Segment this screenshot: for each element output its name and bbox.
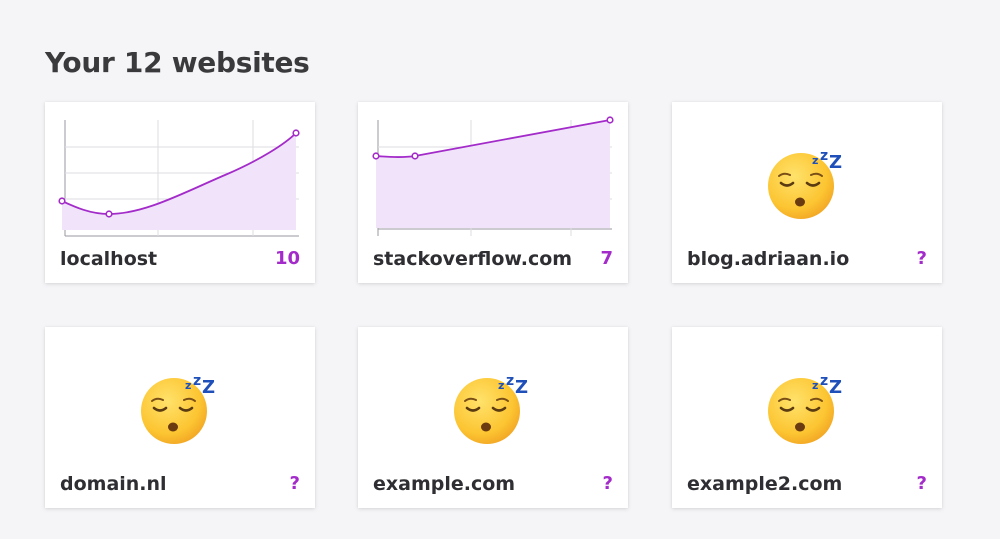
svg-text:Z: Z [202,377,215,398]
svg-text:z: z [820,148,828,164]
chart-point [606,116,614,124]
svg-text:z: z [506,373,514,389]
svg-text:z: z [812,154,818,167]
sleeping-face-icon: z z Z [768,373,842,444]
site-card-localhost[interactable]: localhost 10 [45,102,315,283]
sleeping-face-icon: z z Z [141,373,215,444]
site-name: domain.nl [60,473,167,495]
sleeping-face-icon: z z Z [454,373,528,444]
site-name: localhost [60,248,158,270]
site-card-domain-nl[interactable]: z z Z domain.nl ? [45,327,315,508]
visit-count: 7 [600,248,613,269]
site-name: example2.com [687,473,843,495]
chart-point [372,152,380,160]
chart-area-localhost [62,133,296,230]
svg-text:z: z [193,373,201,389]
visit-count: ? [916,248,927,269]
chart-point [105,210,113,218]
chart-area-stackoverflow [376,120,610,228]
traffic-chart-stackoverflow [372,116,614,236]
svg-text:Z: Z [829,377,842,398]
visit-count: ? [289,473,300,494]
visit-count: ? [916,473,927,494]
chart-point [58,197,66,205]
svg-text:z: z [820,373,828,389]
traffic-chart-localhost [58,120,300,237]
sleeping-face-icon: z z Z [768,148,842,219]
svg-text:z: z [812,379,818,392]
visit-count: 10 [274,248,300,269]
svg-text:Z: Z [515,377,528,398]
site-card-example[interactable]: z z Z example.com ? [358,327,628,508]
svg-text:z: z [185,379,191,392]
site-card-stackoverflow[interactable]: stackoverflow.com 7 [358,102,628,283]
site-name: stackoverflow.com [373,248,573,270]
svg-text:Z: Z [829,152,842,173]
site-card-example2[interactable]: z z Z example2.com ? [672,327,942,508]
site-name: blog.adriaan.io [687,248,850,270]
page-title: Your 12 websites [45,46,310,79]
visit-count: ? [602,473,613,494]
chart-point [292,129,300,137]
svg-text:z: z [498,379,504,392]
site-name: example.com [373,473,516,495]
site-card-blog-adriaan[interactable]: z z Z blog.adriaan.io ? [672,102,942,283]
chart-point [411,152,419,160]
